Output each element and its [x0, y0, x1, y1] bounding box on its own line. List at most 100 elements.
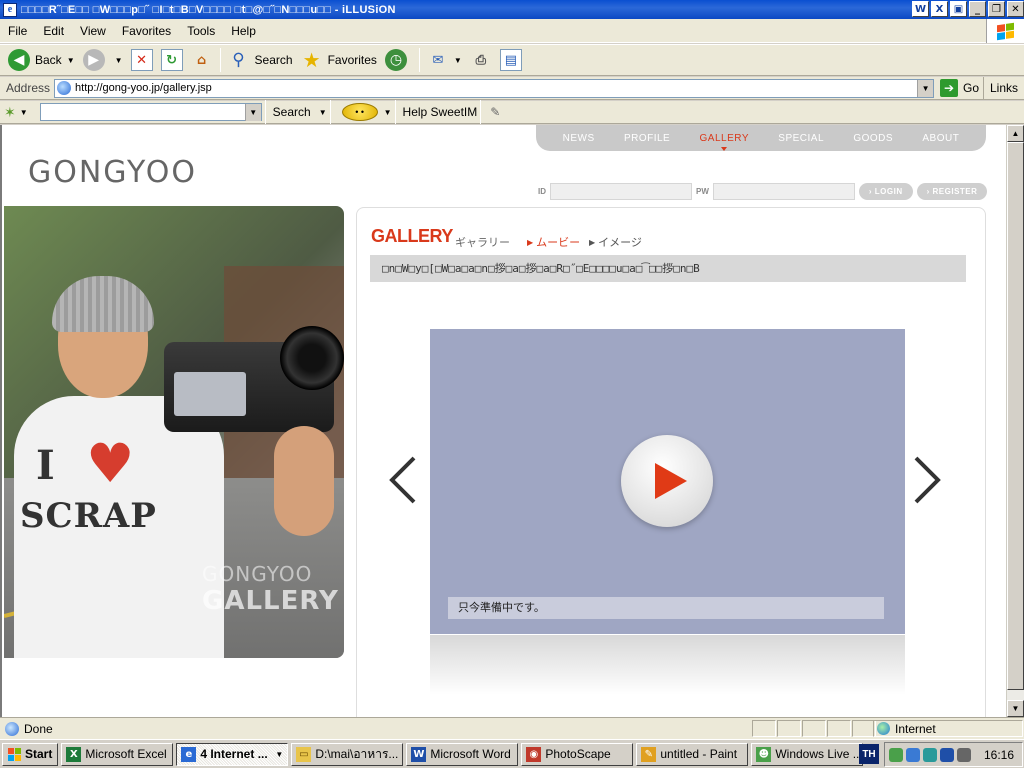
mail-button[interactable]: ✉ ▼ [423, 46, 466, 74]
network-tray-icon[interactable] [906, 747, 920, 762]
print-button[interactable]: ⎙ [466, 46, 496, 74]
nav-gallery[interactable]: GALLERY [700, 133, 749, 151]
photo-beanie [52, 276, 154, 332]
sweetim-search-dropdown-icon[interactable]: ▼ [244, 104, 261, 121]
register-label: REGISTER [932, 187, 978, 196]
site-navigation: NEWS PROFILE GALLERY SPECIAL GOODS ABOUT [536, 125, 986, 151]
id-input[interactable] [550, 183, 692, 200]
system-tray: 16:16 [884, 742, 1023, 767]
restore-button[interactable]: ❐ [988, 1, 1005, 17]
address-input[interactable]: http://gong-yoo.jp/gallery.jsp ▼ [54, 78, 935, 98]
image-link[interactable]: ▶ イメージ [589, 234, 642, 250]
back-button[interactable]: ◀ Back ▼ [4, 46, 79, 74]
task-internet-explorer[interactable]: e 4 Internet ... ▼ [176, 742, 289, 766]
nav-profile[interactable]: PROFILE [624, 133, 670, 144]
sweetim-menu-dropdown-icon[interactable]: ▼ [20, 108, 28, 117]
toolbar-separator [480, 100, 482, 124]
vertical-scrollbar[interactable]: ▲ ▼ [1006, 125, 1024, 717]
mail-dropdown-icon[interactable]: ▼ [454, 56, 462, 65]
login-button[interactable]: › LOGIN [858, 183, 913, 200]
smiley-icon[interactable]: • • [341, 103, 378, 121]
nav-news[interactable]: NEWS [563, 133, 595, 144]
start-button[interactable]: Start [2, 742, 59, 766]
app-x-icon[interactable]: X [931, 1, 948, 17]
video-camera [164, 326, 344, 432]
task-label: 4 Internet ... [200, 747, 268, 761]
toolbar-separator [219, 48, 221, 72]
links-button[interactable]: Links [982, 77, 1024, 100]
task-group-dropdown-icon[interactable]: ▼ [275, 750, 283, 759]
movie-link[interactable]: ▶ ムービー [527, 234, 580, 250]
sweetim-search-input[interactable]: ▼ [39, 103, 262, 121]
login-label: LOGIN [874, 187, 903, 196]
task-folder[interactable]: ▭ D:\mai\อาหาร... [291, 742, 404, 766]
menu-help[interactable]: Help [223, 19, 264, 43]
zone-label: Internet [895, 721, 936, 736]
movie-link-label: ムービー [536, 237, 581, 249]
sweetim-search-dropdown-icon[interactable]: ▼ [319, 108, 327, 117]
task-label: Windows Live ... [775, 747, 863, 761]
register-button[interactable]: › REGISTER [916, 183, 988, 200]
sweetim-search-button[interactable]: Search [273, 105, 311, 119]
refresh-button[interactable]: ↻ [157, 46, 187, 74]
menu-favorites[interactable]: Favorites [114, 19, 179, 43]
pw-input[interactable] [712, 183, 855, 200]
site-logo[interactable]: GONGYOO [28, 155, 197, 190]
scroll-thumb[interactable] [1007, 142, 1024, 690]
security-zone[interactable]: Internet [873, 720, 1023, 737]
next-arrow-icon[interactable] [912, 455, 942, 505]
history-icon: ◷ [384, 49, 407, 71]
app-photo-icon[interactable]: ▣ [950, 1, 967, 17]
previous-arrow-icon[interactable] [388, 455, 418, 505]
minimize-button[interactable]: _ [969, 1, 986, 17]
pen-icon[interactable]: ✎ [490, 105, 500, 119]
scroll-up-icon[interactable]: ▲ [1007, 125, 1024, 142]
address-dropdown-icon[interactable]: ▼ [917, 79, 934, 97]
task-paint[interactable]: ✎ untitled - Paint [636, 742, 749, 766]
task-excel[interactable]: X Microsoft Excel [61, 742, 174, 766]
photo-shirt: I ♥ SCRAP [14, 396, 224, 658]
triangle-right-icon: ▶ [527, 237, 534, 247]
video-player[interactable]: 只今準備中です。 [430, 329, 905, 634]
sweetim-logo-icon[interactable]: ✶ [4, 104, 16, 121]
menu-tools[interactable]: Tools [179, 19, 223, 43]
forward-button[interactable]: ▶ ▼ [79, 46, 127, 74]
scroll-down-icon[interactable]: ▼ [1007, 700, 1024, 717]
star-icon: ★ [302, 48, 321, 72]
folder-icon: ▭ [296, 746, 312, 762]
ie-icon: e [3, 2, 17, 17]
search-button[interactable]: ⚲ Search [224, 46, 297, 74]
task-label: Microsoft Word [430, 747, 511, 761]
ie-icon: e [181, 746, 197, 762]
language-indicator[interactable]: TH [859, 744, 879, 764]
sync-tray-icon[interactable] [923, 747, 937, 762]
messenger-tray-icon[interactable] [889, 747, 903, 762]
task-word[interactable]: W Microsoft Word [406, 742, 519, 766]
menu-edit[interactable]: Edit [35, 19, 72, 43]
favorites-button[interactable]: ★ Favorites [297, 46, 381, 74]
download-tray-icon[interactable] [940, 747, 954, 762]
task-photoscape[interactable]: ◉ PhotoScape [521, 742, 634, 766]
help-sweetim-button[interactable]: Help SweetIM [403, 105, 478, 119]
app-w-icon[interactable]: W [912, 1, 929, 17]
history-button[interactable]: ◷ [381, 46, 416, 74]
page-icon [57, 81, 72, 95]
volume-tray-icon[interactable] [957, 747, 971, 762]
nav-special[interactable]: SPECIAL [778, 133, 824, 144]
menu-view[interactable]: View [72, 19, 114, 43]
menu-file[interactable]: File [0, 19, 35, 43]
nav-goods[interactable]: GOODS [853, 133, 893, 144]
close-button[interactable]: ✕ [1007, 1, 1024, 17]
go-button[interactable]: ➔ Go [940, 79, 979, 97]
smiley-dropdown-icon[interactable]: ▼ [384, 108, 392, 117]
back-dropdown-icon[interactable]: ▼ [67, 56, 75, 65]
nav-about[interactable]: ABOUT [922, 133, 959, 144]
forward-dropdown-icon[interactable]: ▼ [115, 56, 123, 65]
edit-button[interactable]: ▤ [496, 46, 526, 74]
window-titlebar[interactable]: e □□□□R˝□E□□ □W□□□p□˝ □I□t□B□V□□□□ □t□@□… [0, 0, 1024, 19]
stop-button[interactable]: ✕ [127, 46, 157, 74]
windows-flag-icon [997, 22, 1014, 40]
home-button[interactable]: ⌂ [187, 46, 217, 74]
play-button[interactable] [621, 435, 713, 527]
task-windows-live[interactable]: ☻ Windows Live ... [751, 742, 864, 766]
